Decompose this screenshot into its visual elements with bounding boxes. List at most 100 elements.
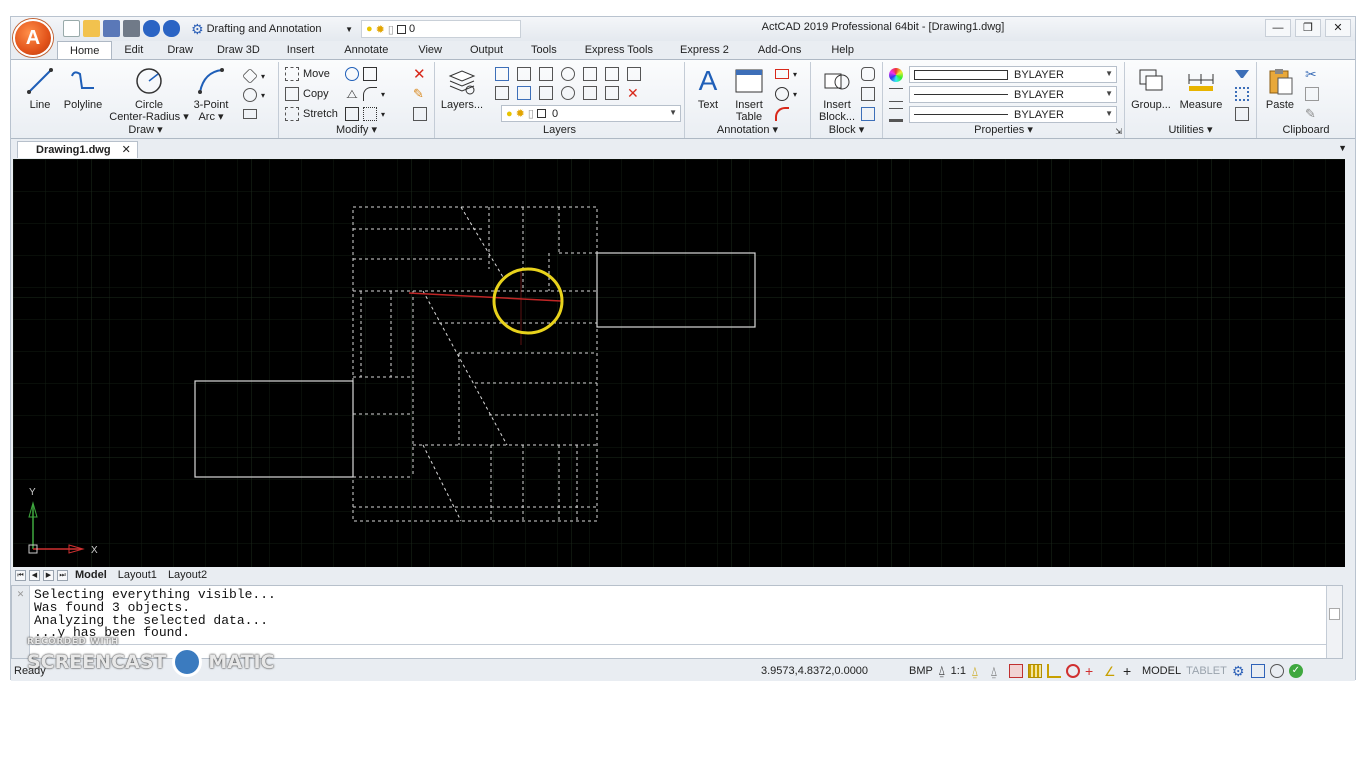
tab-layout1[interactable]: Layout1 — [114, 569, 161, 581]
clean-screen-icon[interactable] — [1269, 664, 1284, 678]
draw-panel-label[interactable]: Draw ▾ — [13, 123, 278, 136]
layer-state-icon[interactable] — [495, 67, 509, 81]
polar-icon[interactable] — [1065, 664, 1080, 678]
bmp-toggle[interactable]: BMP — [909, 665, 933, 677]
ortho-icon[interactable] — [1046, 664, 1061, 678]
tab-draw[interactable]: Draw — [155, 41, 205, 59]
app-logo[interactable]: A — [13, 19, 53, 57]
text-button[interactable]: A Text — [693, 66, 723, 112]
quick-select-button[interactable] — [1235, 66, 1249, 82]
properties-panel-label[interactable]: Properties ▾ — [883, 123, 1124, 136]
last-layout-button[interactable]: ⏭ — [57, 569, 68, 581]
next-layout-button[interactable]: ▶ — [43, 569, 54, 581]
explode-button[interactable]: ✎ — [413, 86, 424, 102]
layer-previous-icon[interactable] — [517, 67, 531, 81]
insert-block-button[interactable]: Insert Block... — [817, 66, 857, 123]
line-button[interactable]: Line — [23, 66, 57, 111]
lineweight-dropdown[interactable]: BYLAYER ▼ — [909, 106, 1117, 123]
layer-freeze-icon[interactable] — [583, 67, 597, 81]
grid-icon[interactable] — [1027, 664, 1042, 678]
tab-tools[interactable]: Tools — [516, 41, 572, 59]
measure-button[interactable]: Measure — [1177, 66, 1225, 111]
paste-button[interactable]: Paste — [1263, 66, 1297, 111]
rotate-button[interactable] — [345, 66, 377, 82]
block-panel-label[interactable]: Block ▾ — [811, 123, 882, 136]
first-layout-button[interactable]: ⏮ — [15, 569, 26, 581]
check-icon[interactable]: ✓ — [1288, 664, 1303, 678]
match-properties-button[interactable] — [413, 106, 427, 122]
annotation-visibility-icon[interactable]: ⍙ — [971, 664, 985, 679]
close-icon[interactable]: ✕ — [122, 144, 131, 156]
center-mark-button[interactable]: ▾ — [775, 86, 797, 102]
tab-view[interactable]: View — [403, 41, 457, 59]
dimension-button[interactable]: ▾ — [775, 66, 797, 82]
layer-close-icon[interactable]: ✕ — [627, 85, 639, 102]
array-button[interactable]: ▾ — [345, 106, 385, 122]
stretch-button[interactable]: Stretch — [285, 106, 338, 122]
layers-button[interactable]: Layers... — [439, 66, 485, 111]
mirror-button[interactable]: ⧍ ▾ — [345, 86, 385, 102]
tab-edit[interactable]: Edit — [112, 41, 155, 59]
polyline-button[interactable]: Polyline — [61, 66, 105, 111]
command-scrollbar[interactable] — [1326, 586, 1342, 658]
annotation-scale[interactable]: 1:1 — [951, 665, 966, 677]
clipboard-panel-label[interactable]: Clipboard — [1257, 124, 1355, 136]
rectangle-button[interactable] — [243, 106, 257, 122]
document-tab[interactable]: Drawing1.dwg ✕ — [17, 141, 138, 158]
modify-panel-label[interactable]: Modify ▾ — [279, 123, 434, 136]
layer-merge-icon[interactable] — [517, 86, 531, 100]
layer-match-icon[interactable] — [627, 67, 641, 81]
layer-off-icon[interactable] — [561, 67, 575, 81]
create-block-button[interactable] — [861, 66, 875, 82]
leader-button[interactable] — [775, 106, 789, 122]
object-snap-icon[interactable]: + — [1085, 664, 1099, 678]
scroll-thumb[interactable] — [1329, 608, 1340, 620]
arc-button[interactable]: 3-Point Arc ▾ — [191, 66, 231, 123]
layer-dropdown[interactable]: ● ✹ ▯ 0 ▼ — [501, 105, 681, 122]
circle-button[interactable]: Circle Center-Radius ▾ — [107, 66, 191, 123]
linetype-dropdown[interactable]: BYLAYER ▼ — [909, 86, 1117, 103]
layers-panel-label[interactable]: Layers — [435, 124, 684, 136]
chevron-down-icon[interactable]: ▼ — [1338, 143, 1347, 153]
select-all-button[interactable] — [1235, 86, 1249, 102]
layer-on-icon[interactable] — [561, 86, 575, 100]
match-brush-button[interactable]: ✎ — [1305, 106, 1316, 122]
tablet-toggle[interactable]: TABLET — [1186, 665, 1227, 677]
close-icon[interactable]: ✕ — [12, 589, 29, 600]
copy-button[interactable]: Copy — [285, 86, 329, 102]
color-dropdown[interactable]: BYLAYER ▼ — [909, 66, 1117, 83]
tab-home[interactable]: Home — [57, 41, 113, 59]
move-button[interactable]: Move — [285, 66, 330, 82]
id-point-button[interactable] — [1235, 106, 1249, 122]
tab-express-2[interactable]: Express 2 — [666, 41, 743, 59]
minimize-button[interactable]: — — [1265, 19, 1291, 37]
viewports-icon[interactable] — [1250, 664, 1265, 678]
group-button[interactable]: Group... — [1129, 66, 1173, 111]
tab-model[interactable]: Model — [71, 569, 111, 581]
layer-isolate-icon[interactable] — [539, 67, 553, 81]
annotation-panel-label[interactable]: Annotation ▾ — [685, 123, 810, 136]
model-toggle[interactable]: MODEL — [1142, 665, 1181, 677]
tab-insert[interactable]: Insert — [272, 41, 330, 59]
lineweight-toggle-icon[interactable]: + — [1123, 664, 1137, 678]
copy-clip-button[interactable] — [1305, 86, 1319, 102]
auto-scale-icon[interactable]: ⍙ — [990, 664, 1004, 679]
tab-help[interactable]: Help — [816, 41, 869, 59]
object-track-icon[interactable]: ∠ — [1104, 664, 1118, 679]
insert-table-button[interactable]: Insert Table — [731, 66, 767, 123]
annotation-scale-icon[interactable]: ⍙ — [938, 663, 946, 679]
polygon-button[interactable]: ▾ — [242, 68, 265, 84]
layer-thaw-icon[interactable] — [583, 86, 597, 100]
utilities-panel-label[interactable]: Utilities ▾ — [1125, 123, 1256, 136]
tab-annotate[interactable]: Annotate — [329, 41, 403, 59]
tab-express-tools[interactable]: Express Tools — [572, 41, 666, 59]
cursor-coordinates[interactable]: 3.9573,4.8372,0.0000 — [761, 665, 868, 677]
previous-layout-button[interactable]: ◀ — [29, 569, 40, 581]
layer-delete-icon[interactable] — [539, 86, 553, 100]
edit-block-button[interactable] — [861, 86, 875, 102]
restore-button[interactable]: ❐ — [1295, 19, 1321, 37]
layer-unlock-icon[interactable] — [605, 86, 619, 100]
cut-button[interactable]: ✂ — [1305, 66, 1317, 82]
drawing-canvas[interactable]: Y X — [13, 159, 1345, 567]
panel-launcher-icon[interactable]: ⇲ — [1115, 127, 1122, 136]
